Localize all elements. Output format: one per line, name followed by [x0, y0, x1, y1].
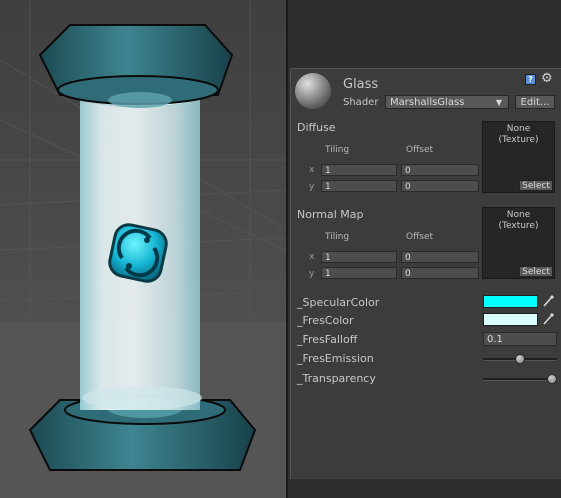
fres-color-swatch[interactable] — [483, 313, 538, 326]
shader-dropdown[interactable]: MarshallsGlass ▼ — [385, 95, 509, 109]
fres-falloff-field[interactable]: 0.1 — [483, 332, 557, 346]
diffuse-tiling-x-field[interactable]: 1 — [321, 164, 397, 176]
normal-texture-slot[interactable]: None (Texture) Select — [482, 207, 555, 279]
normal-tiling-y-field[interactable]: 1 — [321, 267, 397, 279]
diffuse-y-label: y — [309, 182, 315, 192]
gear-icon[interactable]: ⚙ — [541, 72, 555, 86]
diffuse-tiling-y-field[interactable]: 1 — [321, 180, 397, 192]
diffuse-texture-none: None — [506, 124, 531, 134]
diffuse-select-button[interactable]: Select — [519, 180, 553, 191]
diffuse-x-label: x — [309, 165, 315, 175]
normal-offset-x-field[interactable]: 0 — [401, 251, 479, 263]
eyedropper-icon[interactable] — [542, 313, 554, 326]
normal-y-label: y — [309, 269, 315, 279]
scene-render — [0, 0, 286, 498]
edit-shader-button[interactable]: Edit... — [515, 95, 555, 109]
normal-x-label: x — [309, 252, 315, 262]
normal-tiling-label: Tiling — [325, 232, 350, 242]
specular-color-label: _SpecularColor — [297, 296, 380, 309]
diffuse-offset-x-field[interactable]: 0 — [401, 164, 479, 176]
material-name: Glass — [343, 77, 379, 92]
material-inspector: Glass Shader MarshallsGlass ▼ Edit... ? … — [290, 68, 561, 479]
specular-color-swatch[interactable] — [483, 295, 538, 308]
normal-texture-none: None — [506, 210, 531, 220]
chevron-down-icon: ▼ — [495, 98, 502, 107]
diffuse-offset-y-field[interactable]: 0 — [401, 180, 479, 192]
transparency-track[interactable] — [483, 378, 557, 381]
fres-emission-knob[interactable] — [515, 354, 525, 364]
fres-emission-label: _FresEmission — [297, 352, 374, 365]
normal-map-label: Normal Map — [297, 208, 364, 221]
normal-texture-type: (Texture) — [498, 221, 539, 231]
transparency-knob[interactable] — [547, 374, 557, 384]
normal-offset-y-field[interactable]: 0 — [401, 267, 479, 279]
help-book-icon[interactable]: ? — [525, 74, 536, 85]
diffuse-texture-slot[interactable]: None (Texture) Select — [482, 121, 555, 193]
normal-tiling-x-field[interactable]: 1 — [321, 251, 397, 263]
diffuse-texture-type: (Texture) — [498, 135, 539, 145]
fres-falloff-label: _FresFalloff — [297, 333, 358, 346]
material-preview-sphere — [295, 73, 331, 109]
diffuse-offset-label: Offset — [406, 145, 434, 155]
fres-color-label: _FresColor — [297, 314, 354, 327]
normal-select-button[interactable]: Select — [519, 266, 553, 277]
shader-label: Shader — [343, 97, 379, 108]
scene-viewport[interactable] — [0, 0, 286, 498]
transparency-label: _Transparency — [297, 372, 376, 385]
diffuse-tiling-label: Tiling — [325, 145, 350, 155]
eyedropper-icon[interactable] — [542, 295, 554, 308]
diffuse-label: Diffuse — [297, 121, 336, 134]
shader-dropdown-value: MarshallsGlass — [390, 97, 465, 108]
normal-offset-label: Offset — [406, 232, 434, 242]
